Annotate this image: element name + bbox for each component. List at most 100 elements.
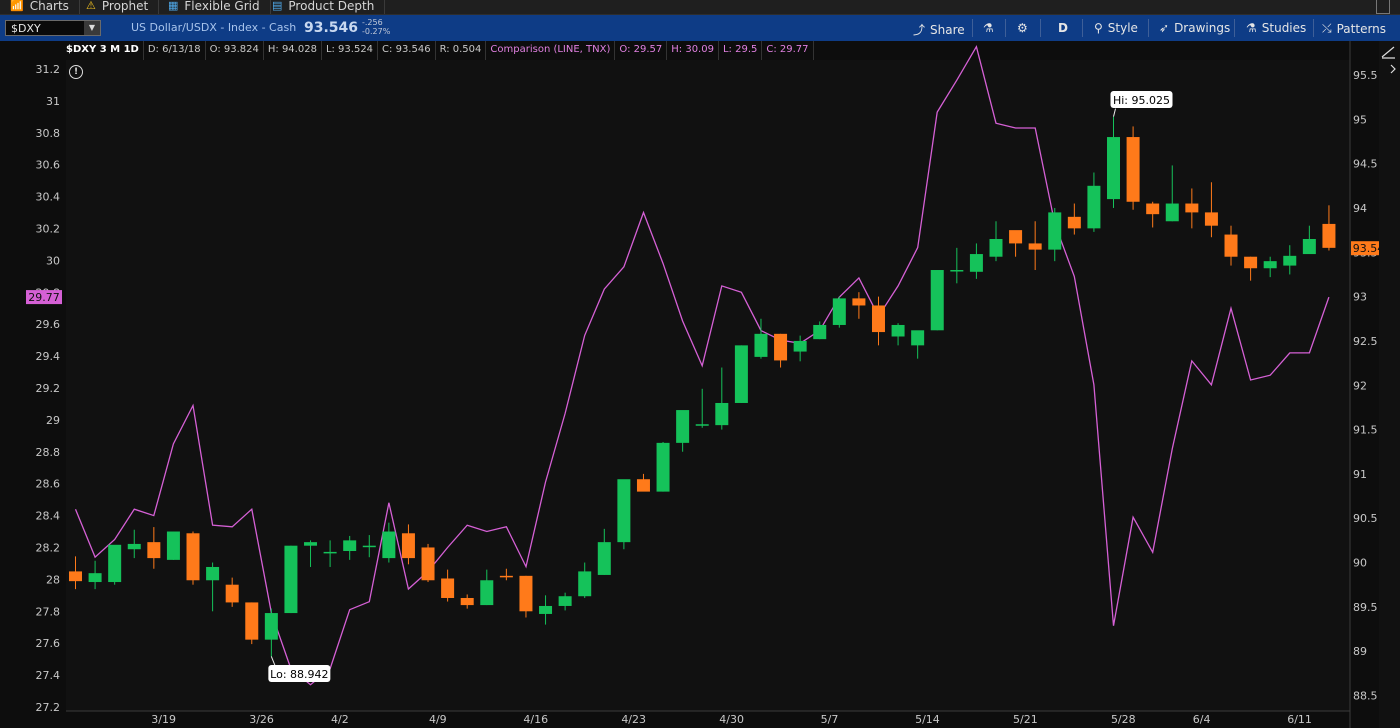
toolbar-divider: [1082, 19, 1083, 37]
x-tick-label: 4/23: [621, 713, 646, 726]
right-tick-label: 89: [1353, 645, 1367, 658]
left-tick-label: 28.4: [36, 510, 61, 523]
candle-body: [460, 597, 474, 606]
left-tick-label: 27.6: [36, 637, 61, 650]
candle-body: [578, 571, 592, 597]
info-high: H: 94.028: [264, 41, 322, 60]
toolbar-divider: [1148, 19, 1149, 37]
grid-icon: ▦: [168, 0, 179, 12]
candle-body: [774, 333, 788, 361]
patterns-label: Patterns: [1336, 21, 1387, 36]
info-date: D: 6/13/18: [144, 41, 206, 60]
low-label: Lo: 88.942: [270, 668, 328, 681]
candle-body: [206, 566, 220, 581]
style-label: Style: [1107, 21, 1138, 35]
comparison-price-tag-label: 29.77: [28, 291, 60, 304]
candle-body: [695, 424, 709, 426]
settings-button[interactable]: ⚙: [1017, 21, 1028, 35]
info-cmp-low: L: 29.5: [719, 41, 763, 60]
aggregation-button[interactable]: D: [1058, 21, 1068, 35]
toolbar-divider: [972, 19, 973, 37]
tab-label: Product Depth: [288, 0, 375, 13]
tab-label: Flexible Grid: [184, 0, 260, 13]
candle-body: [323, 551, 337, 554]
candle-body: [656, 442, 670, 492]
x-tick-label: 5/28: [1111, 713, 1136, 726]
info-symbol: $DXY 3 M 1D: [62, 41, 144, 60]
candle-body: [1146, 203, 1160, 215]
expand-icon[interactable]: [1379, 43, 1400, 83]
left-tick-label: 28: [46, 573, 60, 586]
candle-body: [871, 305, 885, 333]
x-tick-label: 5/21: [1013, 713, 1038, 726]
candle-body: [617, 479, 631, 543]
x-tick-label: 5/7: [821, 713, 839, 726]
x-tick-label: 4/2: [331, 713, 349, 726]
tab-product-depth[interactable]: ▤ Product Depth: [262, 0, 386, 14]
info-low: L: 93.524: [322, 41, 379, 60]
symbol-input[interactable]: $DXY: [11, 22, 41, 35]
candle-body: [421, 547, 435, 581]
candle-body: [558, 596, 572, 606]
toolbar-divider: [1005, 19, 1006, 37]
candle-body: [969, 254, 983, 272]
prophet-icon: ⚠: [86, 0, 96, 12]
candle-body: [1087, 185, 1101, 229]
toolbar-divider: [1313, 19, 1314, 37]
chevron-down-icon[interactable]: ▼: [84, 21, 100, 35]
right-tick-label: 93: [1353, 291, 1367, 304]
left-tick-label: 30.6: [36, 159, 61, 172]
candle-body: [264, 613, 278, 640]
studies-label: Studies: [1261, 21, 1307, 35]
right-tick-label: 89.5: [1353, 601, 1378, 614]
right-tick-label: 94: [1353, 202, 1367, 215]
candle-body: [225, 584, 239, 603]
candle-body: [186, 533, 200, 581]
price-chart[interactable]: 27.2 27.4 27.6 27.8 28 28.2 28.4 28.6 28.8 29 29.2…: [0, 41, 1400, 728]
drawings-button[interactable]: ➶ Drawings: [1159, 21, 1230, 35]
candle-body: [813, 324, 827, 340]
patterns-icon: ⤯: [1322, 21, 1332, 35]
left-tick-label: 30.8: [36, 127, 61, 140]
candle-body: [343, 540, 357, 552]
share-button[interactable]: ⤴ Share: [913, 21, 965, 38]
x-tick-label: 5/14: [915, 713, 940, 726]
right-tick-label: 91.5: [1353, 424, 1378, 437]
patterns-button[interactable]: ⤯ Patterns: [1322, 21, 1386, 36]
candle-body: [715, 402, 729, 426]
candle-body: [734, 345, 748, 403]
right-tick-label: 90: [1353, 557, 1367, 570]
candle-body: [362, 545, 376, 548]
flask-button[interactable]: ⚗: [983, 21, 994, 35]
aggregation-label: D: [1058, 21, 1068, 35]
candle-body: [597, 542, 611, 575]
style-button[interactable]: ⚲ Style: [1094, 21, 1138, 35]
x-tick-label: 6/11: [1287, 713, 1312, 726]
tab-flexible-grid[interactable]: ▦ Flexible Grid: [158, 0, 271, 14]
candle-body: [1224, 234, 1238, 257]
symbol-selector[interactable]: $DXY ▼: [5, 20, 101, 36]
candle-body: [911, 330, 925, 346]
left-tick-label: 29: [46, 414, 60, 427]
window-box-icon[interactable]: [1376, 0, 1390, 14]
info-cmp-open: O: 29.57: [615, 41, 668, 60]
tab-prophet[interactable]: ⚠ Prophet: [76, 0, 160, 14]
chart-toolbar: $DXY ▼ US Dollar/USDX - Index - Cash 93.…: [0, 15, 1400, 41]
studies-button[interactable]: ⚗ Studies: [1246, 21, 1306, 35]
net-change: -.256: [362, 18, 383, 27]
left-tick-label: 27.4: [36, 669, 61, 682]
candle-body: [480, 580, 494, 606]
percent-change: -0.27%: [362, 27, 391, 36]
left-tick-label: 31.2: [36, 63, 61, 76]
studies-icon: ⚗: [1246, 21, 1257, 35]
candle-body: [1165, 203, 1179, 222]
x-tick-label: 4/9: [429, 713, 447, 726]
right-tick-label: 92.5: [1353, 335, 1378, 348]
x-tick-label: 6/4: [1193, 713, 1211, 726]
tab-charts[interactable]: 📶 Charts: [0, 0, 80, 14]
candle-body: [1263, 261, 1277, 269]
candle-body: [382, 531, 396, 559]
candle-body: [676, 410, 690, 443]
alert-icon[interactable]: !: [69, 65, 83, 79]
cursor-icon: ➶: [1159, 21, 1170, 35]
